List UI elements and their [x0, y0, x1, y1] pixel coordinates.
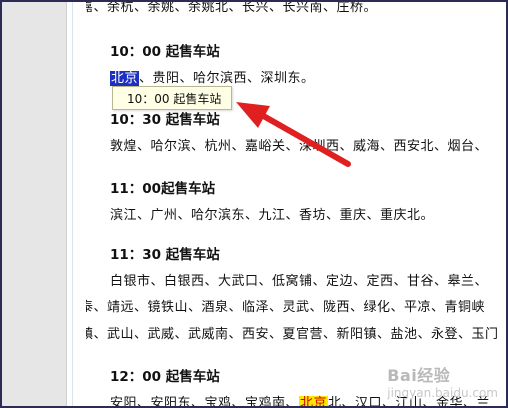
annotation-arrow-icon: [236, 102, 351, 167]
document-window: 嘉、余杭、余姚、余姚北、长兴、长兴南、庄桥。 10：00 起售车站 北京、贵阳、…: [0, 0, 508, 408]
watermark-logo: Bai经验: [387, 366, 451, 385]
watermark-url: jingyan.baidu.com: [387, 386, 498, 400]
watermark: Bai经验 jingyan.baidu.com: [387, 362, 498, 400]
